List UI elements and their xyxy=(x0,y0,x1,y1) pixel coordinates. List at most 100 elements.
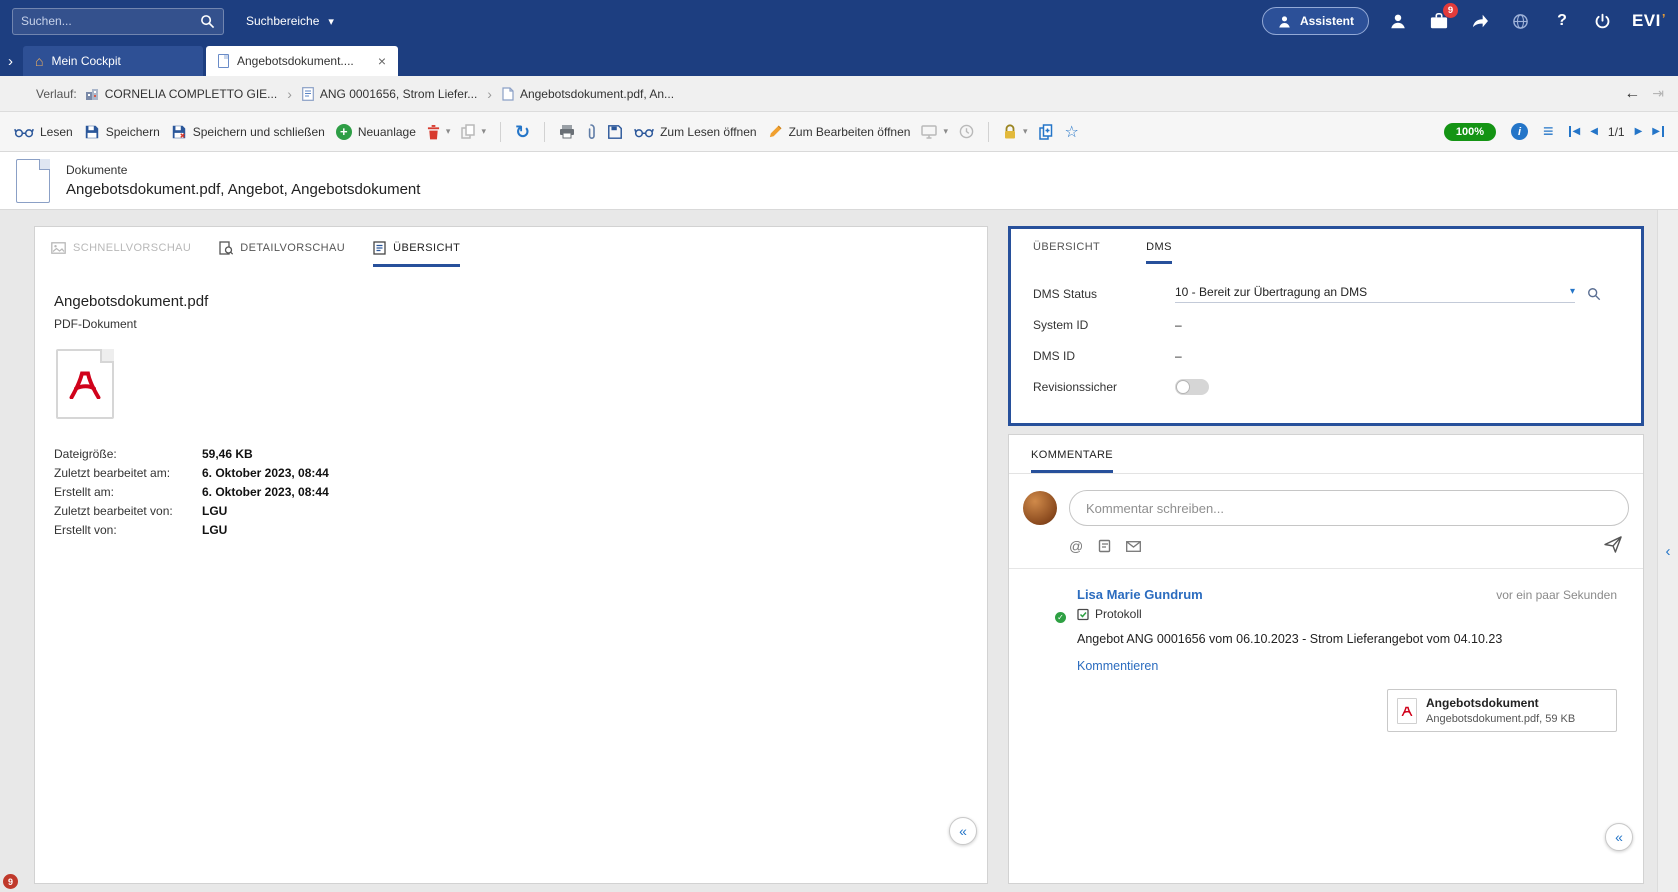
first-record-icon[interactable]: ◀ xyxy=(1569,126,1581,137)
save-as-button[interactable] xyxy=(607,124,623,140)
send-button[interactable] xyxy=(1604,536,1623,556)
reply-link[interactable]: Kommentieren xyxy=(1077,659,1629,673)
task-icon[interactable] xyxy=(1098,539,1111,553)
search-input[interactable] xyxy=(21,14,200,28)
new-button[interactable]: + Neuanlage xyxy=(336,124,416,140)
verified-icon: ✓ xyxy=(1053,610,1068,625)
tab-mein-cockpit[interactable]: ⌂ Mein Cockpit xyxy=(23,46,203,76)
share-button[interactable] xyxy=(1468,9,1492,33)
previous-record-icon[interactable]: ◀ xyxy=(1590,126,1598,137)
favorite-button[interactable]: ☆ xyxy=(1065,122,1079,142)
last-record-icon[interactable]: ▶ xyxy=(1652,126,1664,137)
active-tab-label: Angebotsdokument.... xyxy=(237,54,354,68)
open-edit-button[interactable]: Zum Bearbeiten öffnen xyxy=(768,124,911,139)
comment-author-link[interactable]: Lisa Marie Gundrum xyxy=(1077,587,1203,602)
record-navigation: ◀ ◀ 1/1 ▶ ▶ xyxy=(1569,125,1665,139)
history-button[interactable] xyxy=(959,124,974,139)
lookup-icon[interactable] xyxy=(1587,287,1601,301)
back-icon[interactable]: ← xyxy=(1624,85,1640,103)
chevron-down-icon[interactable]: ▾ xyxy=(446,126,451,137)
dms-status-combobox[interactable]: 10 - Bereit zur Übertragung an DMS ▾ xyxy=(1175,285,1575,303)
tab-uebersicht-dms-panel[interactable]: ÜBERSICHT xyxy=(1033,241,1100,264)
toolbar-separator xyxy=(544,122,545,142)
breadcrumb-document[interactable]: Angebotsdokument.pdf, An... xyxy=(502,87,674,101)
tab-dms[interactable]: DMS xyxy=(1146,241,1172,264)
star-icon: ☆ xyxy=(1065,122,1079,142)
pencil-icon xyxy=(768,124,783,139)
comment-compose xyxy=(1009,474,1643,526)
copy-button[interactable]: ▾ xyxy=(461,124,486,139)
screen-button[interactable]: ▾ xyxy=(921,125,948,139)
next-record-icon[interactable]: ▶ xyxy=(1635,126,1643,137)
meta-value: LGU xyxy=(202,502,227,521)
assistant-button[interactable]: Assistent xyxy=(1262,7,1369,35)
zoom-badge[interactable]: 100% xyxy=(1444,123,1496,141)
document-header: Dokumente Angebotsdokument.pdf, Angebot,… xyxy=(0,152,1678,210)
close-icon[interactable]: × xyxy=(378,53,386,69)
mail-icon[interactable] xyxy=(1126,541,1141,552)
logout-button[interactable] xyxy=(1591,9,1615,33)
brand-text: EVI xyxy=(1632,11,1661,31)
tab-expander-icon[interactable]: › xyxy=(8,53,13,70)
globe-button[interactable] xyxy=(1509,9,1533,33)
tab-detailvorschau[interactable]: DETAILVORSCHAU xyxy=(219,241,345,267)
read-button[interactable]: Lesen xyxy=(14,125,73,139)
comments-panel: KOMMENTARE @ ✓ xyxy=(1008,434,1644,884)
breadcrumb-label: Verlauf: xyxy=(36,87,77,101)
collapse-panel-button[interactable]: « xyxy=(949,817,977,845)
breadcrumb-order[interactable]: ANG 0001656, Strom Liefer... xyxy=(302,87,477,101)
tab-label: ÜBERSICHT xyxy=(1033,241,1100,253)
help-button[interactable]: ? xyxy=(1550,9,1574,33)
adobe-mark-icon xyxy=(1401,706,1413,716)
menu-icon[interactable]: ≡ xyxy=(1543,121,1554,142)
collapse-icon: « xyxy=(959,823,967,839)
attachment-card[interactable]: Angebotsdokument Angebotsdokument.pdf, 5… xyxy=(1387,689,1617,732)
trash-icon xyxy=(427,124,440,140)
revisionssicher-toggle[interactable] xyxy=(1175,379,1209,395)
user-button[interactable] xyxy=(1386,9,1410,33)
chevron-down-icon[interactable]: ▾ xyxy=(481,126,486,137)
screen-icon xyxy=(921,125,937,139)
add-document-button[interactable] xyxy=(1039,124,1054,140)
open-read-button[interactable]: Zum Lesen öffnen xyxy=(634,125,757,139)
chevron-down-icon[interactable]: ▾ xyxy=(1570,286,1575,297)
save-button[interactable]: Speichern xyxy=(84,124,160,140)
attach-button[interactable] xyxy=(586,124,596,140)
lock-button[interactable]: ▾ xyxy=(1003,124,1028,140)
document-icon xyxy=(502,87,514,101)
comment-input[interactable] xyxy=(1069,490,1629,526)
refresh-button[interactable]: ↻ xyxy=(515,123,530,141)
tab-label: DETAILVORSCHAU xyxy=(240,242,345,254)
refresh-icon: ↻ xyxy=(515,123,530,141)
search-areas-dropdown[interactable]: Suchbereiche ▾ xyxy=(246,14,334,28)
save-close-button[interactable]: Speichern und schließen xyxy=(171,124,325,140)
copy-icon xyxy=(461,124,475,139)
session-badge[interactable]: 9 xyxy=(3,874,18,889)
delete-button[interactable]: ▾ xyxy=(427,124,451,140)
breadcrumb-customer[interactable]: CORNELIA COMPLETTO GIE... xyxy=(85,87,277,101)
chevron-down-icon[interactable]: ▾ xyxy=(943,126,948,137)
mailbox-button[interactable]: 9 xyxy=(1427,9,1451,33)
meta-label: Zuletzt bearbeitet am: xyxy=(54,464,202,483)
collapse-panel-button[interactable]: « xyxy=(1605,823,1633,851)
toggle-knob xyxy=(1176,380,1190,394)
meta-label: Dateigröße: xyxy=(54,445,202,464)
save-close-label: Speichern und schließen xyxy=(193,125,325,139)
tab-kommentare[interactable]: KOMMENTARE xyxy=(1031,449,1113,473)
info-icon[interactable]: i xyxy=(1511,123,1528,140)
print-button[interactable] xyxy=(559,124,575,139)
forward-icon[interactable]: ⇥ xyxy=(1652,85,1664,102)
assistant-icon xyxy=(1277,14,1292,29)
mention-icon[interactable]: @ xyxy=(1069,538,1083,554)
chevron-down-icon[interactable]: ▾ xyxy=(1023,126,1028,137)
add-document-icon xyxy=(1039,124,1054,140)
tab-schnellvorschau: SCHNELLVORSCHAU xyxy=(51,241,191,267)
global-search[interactable] xyxy=(12,8,224,35)
comment-compose-actions: @ xyxy=(1009,526,1643,568)
tab-uebersicht[interactable]: ÜBERSICHT xyxy=(373,241,460,267)
record-position: 1/1 xyxy=(1608,125,1625,139)
mailbox-badge: 9 xyxy=(1443,3,1458,18)
expand-sidebar-icon[interactable]: ‹ xyxy=(1666,543,1671,560)
file-title: Angebotsdokument.pdf xyxy=(54,293,987,310)
tab-angebotsdokument[interactable]: Angebotsdokument.... × xyxy=(206,46,398,76)
